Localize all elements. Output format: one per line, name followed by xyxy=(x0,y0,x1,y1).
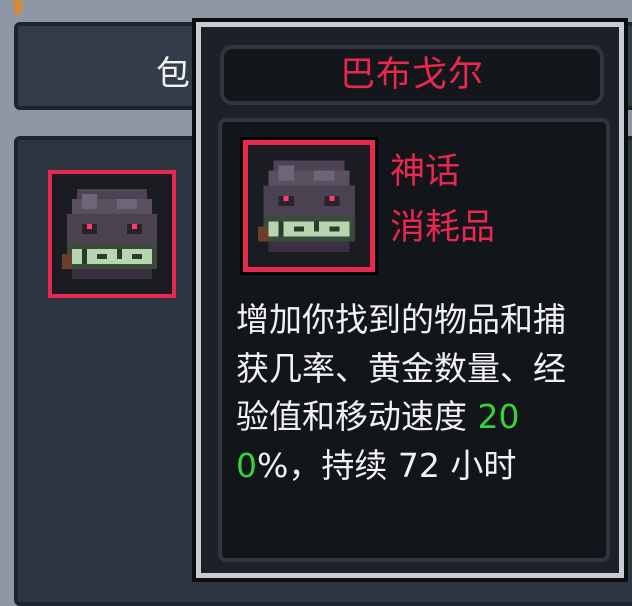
item-description: 增加你找到的物品和捕获几率、黄金数量、经验值和移动速度 200%，持续 72 小… xyxy=(236,296,596,490)
skull-mask-icon xyxy=(52,174,172,294)
tooltip-title-box: 巴布戈尔 xyxy=(220,45,604,105)
item-name: 巴布戈尔 xyxy=(339,55,484,95)
inventory-tab-label[interactable]: 包 xyxy=(156,54,190,94)
tooltip-item-icon-frame xyxy=(240,137,378,275)
skull-mask-icon xyxy=(248,145,370,267)
description-text-end: %，持续 72 小时 xyxy=(257,445,517,485)
item-type: 消耗品 xyxy=(390,208,496,248)
inventory-slot-selected[interactable] xyxy=(48,170,176,298)
item-rarity: 神话 xyxy=(390,152,461,192)
top-orange-strip xyxy=(14,0,22,14)
